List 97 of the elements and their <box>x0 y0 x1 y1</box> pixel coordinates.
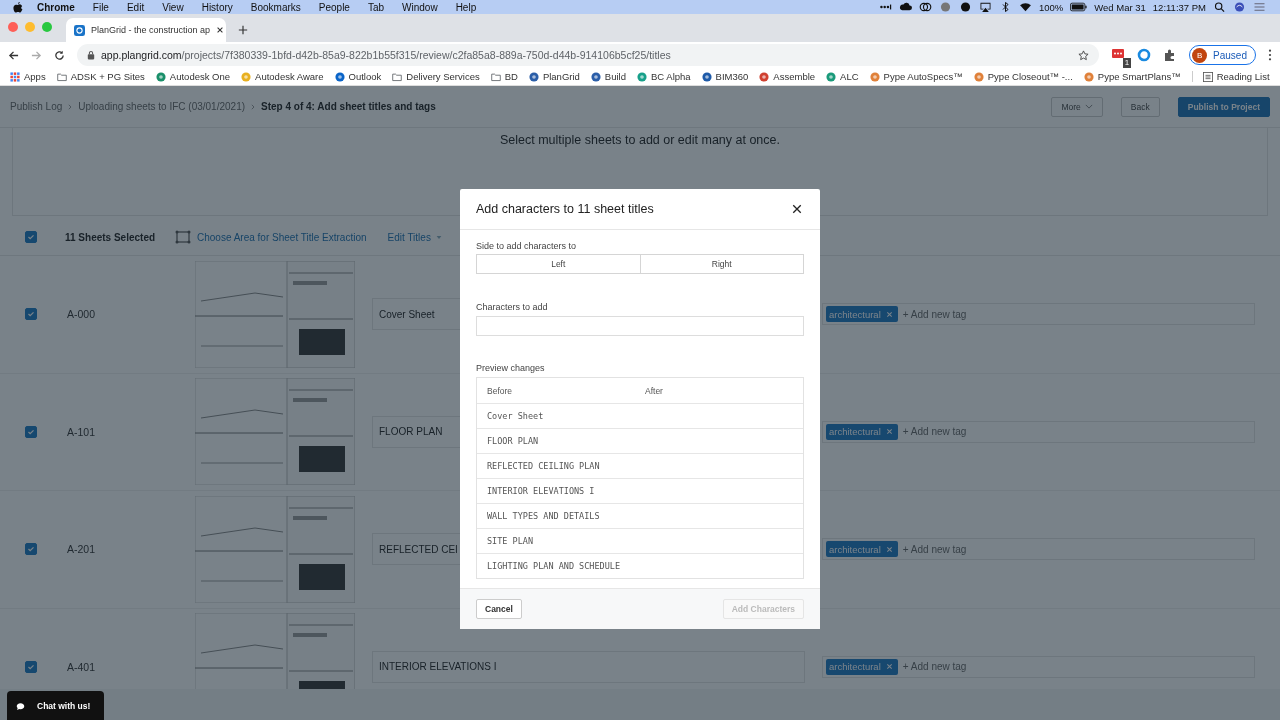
star-icon[interactable] <box>1078 49 1090 61</box>
column-header: After <box>645 385 664 396</box>
circle-icon[interactable] <box>958 2 972 12</box>
bookmark[interactable]: Autodesk One <box>155 71 231 82</box>
back-icon[interactable] <box>8 49 19 61</box>
menu-item[interactable]: Edit <box>126 1 145 13</box>
table-cell: INTERIOR ELEVATIONS I <box>487 486 595 496</box>
bookmark[interactable]: Build <box>590 71 626 82</box>
frame-icon <box>175 230 191 244</box>
table-cell: LIGHTING PLAN AND SCHEDULE <box>487 561 621 571</box>
search-icon[interactable] <box>1213 2 1226 12</box>
app-menu[interactable]: Chrome <box>37 1 75 13</box>
side-option[interactable]: Right <box>640 254 804 274</box>
selected-count: 11 Sheets Selected <box>65 231 157 243</box>
bookmark[interactable]: Delivery Services <box>392 71 480 82</box>
bookmark[interactable]: BC Alpha <box>637 71 691 82</box>
table-cell: WALL TYPES AND DETAILS <box>487 511 600 521</box>
bookmark[interactable]: BD <box>490 71 518 82</box>
rings-icon[interactable] <box>918 2 932 12</box>
list-icon <box>1202 71 1213 82</box>
chat-button[interactable]: Chat with us! <box>7 691 104 720</box>
new-tab-icon[interactable] <box>238 25 248 35</box>
chevron-icon <box>68 103 73 110</box>
menu-item[interactable]: View <box>162 1 184 13</box>
menubar-clock[interactable]: 12:11:37 PM <box>1152 1 1206 13</box>
field-label: Side to add characters to <box>476 241 578 252</box>
favicon-icon <box>74 24 85 36</box>
table-cell: Cover Sheet <box>487 411 544 421</box>
side-option[interactable]: Left <box>476 254 641 274</box>
row-checkbox[interactable] <box>25 660 37 673</box>
table-cell: REFLECTED CEILING PLAN <box>487 461 600 471</box>
chevron-icon <box>251 103 256 110</box>
menu-item[interactable]: File <box>92 1 109 13</box>
battery-icon[interactable] <box>1070 2 1088 12</box>
bookmark[interactable]: Pype SmartPlans™ <box>1083 71 1181 82</box>
menu-item[interactable]: Bookmarks <box>250 1 301 13</box>
chat-bubble-icon <box>16 701 25 711</box>
folder-icon <box>56 71 67 82</box>
reading-list-button[interactable]: Reading List <box>1191 71 1280 82</box>
select-all-checkbox[interactable] <box>25 231 37 243</box>
bookmark[interactable]: BIM360 <box>701 71 749 82</box>
cloud-icon[interactable] <box>898 2 912 12</box>
wifi-icon[interactable] <box>1018 2 1032 12</box>
bookmark[interactable]: Autodesk Aware <box>241 71 324 82</box>
caret-icon <box>1084 104 1093 109</box>
field-label: Preview changes <box>476 363 546 374</box>
bookmark[interactable]: ALC <box>826 71 859 82</box>
close-icon[interactable] <box>792 204 802 214</box>
checkmark-icon <box>26 232 36 242</box>
table-cell: FLOOR PLAN <box>487 436 539 446</box>
back-button[interactable]: Back <box>1120 96 1160 117</box>
sheet-number: A-201 <box>67 543 97 556</box>
table-cell: SITE PLAN <box>487 536 534 546</box>
close-icon[interactable] <box>216 26 225 34</box>
ellipsis-icon[interactable] <box>878 2 892 12</box>
cancel-button[interactable]: Cancel <box>476 599 522 619</box>
address-field[interactable]: app.plangrid.com/projects/7f380339-1bfd-d42b-85a9-822b1b55f315/review/c2fa85a8-889a-750d-d44b-914106b5cf25/titles <box>77 44 1100 66</box>
avatar-icon: B <box>1192 47 1208 63</box>
row-checkbox[interactable] <box>25 543 37 556</box>
caret-icon <box>434 234 443 240</box>
menu-item[interactable]: Tab <box>367 1 385 13</box>
menu-item[interactable]: Help <box>455 1 477 13</box>
bookmark[interactable]: Pype Closeout™ -... <box>973 71 1073 82</box>
instructions-text: Select multiple sheets to add or edit many at once. <box>500 133 780 149</box>
bookmark[interactable]: Apps <box>10 71 46 82</box>
row-checkbox[interactable] <box>25 425 37 438</box>
extension-badge: 1 <box>1122 58 1132 68</box>
browser-tab[interactable]: PlanGrid - the construction ap <box>66 18 226 42</box>
title-field[interactable]: INTERIOR ELEVATIONS I <box>372 650 805 683</box>
apps-grid-icon <box>10 71 20 82</box>
menu-item[interactable]: People <box>318 1 350 13</box>
apple-icon[interactable] <box>13 1 23 13</box>
sheet-number: A-000 <box>67 308 97 321</box>
kebab-menu-icon[interactable] <box>1268 49 1272 61</box>
ring-icon[interactable] <box>1137 48 1152 62</box>
airplay-icon[interactable] <box>978 2 992 12</box>
dialog-title: Add characters to 11 sheet titles <box>476 202 654 216</box>
folder-icon <box>490 71 501 82</box>
field-label: Characters to add <box>476 302 549 313</box>
bookmark[interactable]: Outlook <box>334 71 382 82</box>
row-checkbox[interactable] <box>25 308 37 321</box>
sheet-number: A-101 <box>67 425 97 438</box>
bookmark[interactable]: Assemble <box>759 71 816 82</box>
more-menu-button[interactable]: More <box>1051 96 1103 117</box>
sheet-number: A-401 <box>67 660 97 673</box>
column-header: Before <box>487 385 514 396</box>
characters-input[interactable] <box>476 316 804 336</box>
bookmark[interactable]: PlanGrid <box>528 71 580 82</box>
reload-icon[interactable] <box>54 49 65 61</box>
menubar-date[interactable]: Wed Mar 31 <box>1094 1 1146 13</box>
menu-item[interactable]: Window <box>402 1 438 13</box>
battery-percent: 100% <box>1038 1 1064 13</box>
folder-icon <box>392 71 403 82</box>
bookmark[interactable]: Pype AutoSpecs™ <box>869 71 963 82</box>
bookmark[interactable]: ADSK + PG Sites <box>56 71 145 82</box>
lock-icon <box>87 50 95 60</box>
menu-item[interactable]: History <box>201 1 233 13</box>
